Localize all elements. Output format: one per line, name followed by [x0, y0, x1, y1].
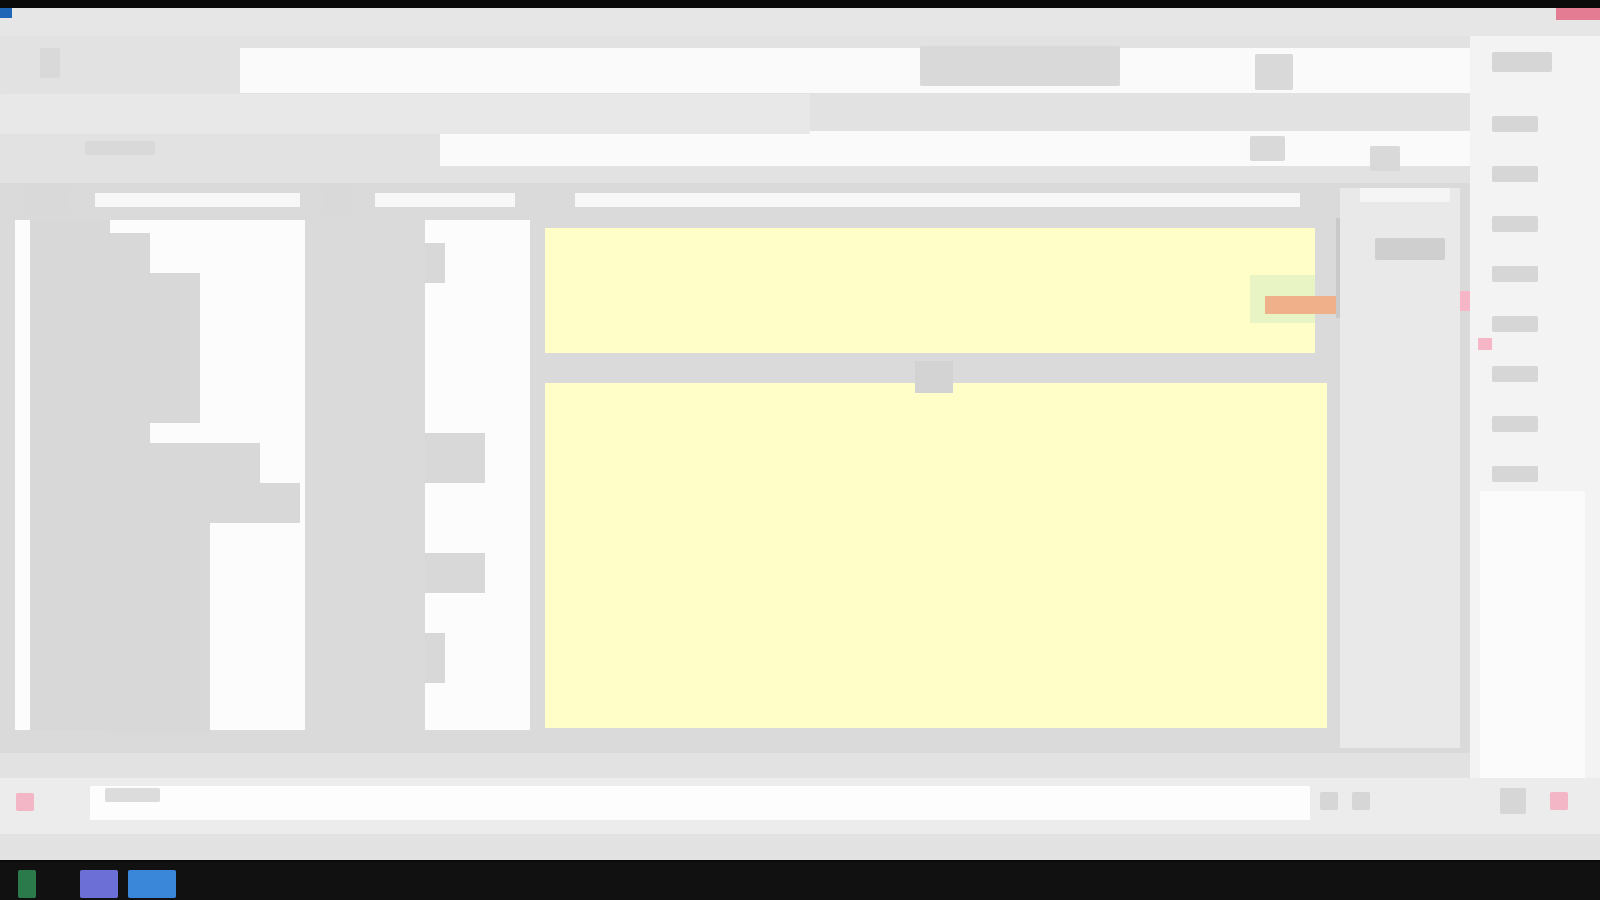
- highlight-block-upper[interactable]: [545, 228, 1315, 353]
- row-numbers: [30, 220, 110, 730]
- side-chip-1[interactable]: [1375, 238, 1445, 260]
- right-tool-6[interactable]: [1492, 316, 1538, 332]
- text-overflow-a3: [110, 443, 260, 483]
- filter-dropdown-2[interactable]: [322, 185, 352, 215]
- text-overflow-b1: [425, 243, 445, 283]
- side-header: [1360, 188, 1450, 202]
- sort-tab[interactable]: [915, 361, 953, 393]
- selected-cell[interactable]: [1265, 296, 1345, 314]
- filter-dropdown-1[interactable]: [25, 185, 70, 215]
- right-tool-8[interactable]: [1492, 416, 1538, 432]
- right-tool-5[interactable]: [1492, 266, 1538, 282]
- taskbar: [0, 862, 1600, 900]
- zoom-icon[interactable]: [1500, 788, 1526, 814]
- sheet-tab-1[interactable]: [105, 788, 160, 802]
- right-tool-3[interactable]: [1492, 166, 1538, 182]
- name-box[interactable]: [85, 141, 155, 155]
- sheet-tabs-area[interactable]: [90, 786, 1310, 820]
- right-tool-9[interactable]: [1492, 466, 1538, 482]
- column-header-b[interactable]: [375, 193, 515, 207]
- app-icon: [0, 8, 12, 18]
- right-toolbar: [1470, 36, 1600, 806]
- taskbar-app-3[interactable]: [128, 870, 176, 898]
- ribbon-button-1[interactable]: [40, 48, 60, 78]
- ribbon-group-styles[interactable]: [920, 46, 1120, 86]
- ribbon-button-2[interactable]: [1255, 54, 1293, 90]
- spreadsheet-grid: [0, 183, 1492, 753]
- text-overflow-b4: [425, 633, 445, 683]
- formula-bar[interactable]: [440, 131, 1470, 166]
- text-overflow-a5: [110, 523, 210, 733]
- highlight-block-lower[interactable]: [545, 383, 1327, 728]
- ribbon-button-4[interactable]: [1370, 146, 1400, 171]
- title-bar: [0, 8, 1600, 36]
- right-tool-7[interactable]: [1492, 366, 1538, 382]
- text-overflow-b3: [425, 553, 485, 593]
- taskbar-app-1[interactable]: [18, 870, 36, 898]
- text-overflow-b2: [425, 433, 485, 483]
- flag-marker: [1478, 338, 1492, 350]
- text-overflow-a4: [110, 483, 300, 523]
- text-overflow-a2: [110, 273, 200, 423]
- right-tool-2[interactable]: [1492, 116, 1538, 132]
- close-button[interactable]: [1556, 8, 1600, 20]
- view-layout-icon[interactable]: [1352, 792, 1370, 810]
- side-panel: [1340, 188, 1460, 748]
- ribbon-toolbar: [0, 36, 1470, 171]
- spreadsheet-window: [0, 8, 1600, 860]
- column-header-c[interactable]: [575, 193, 1300, 207]
- view-normal-icon[interactable]: [1320, 792, 1338, 810]
- status-bar: [0, 778, 1600, 834]
- ribbon-tabs-row: [0, 94, 810, 134]
- right-panel-blank: [1480, 491, 1585, 796]
- record-icon[interactable]: [16, 793, 34, 811]
- ribbon-button-3[interactable]: [1250, 136, 1285, 161]
- alert-icon[interactable]: [1550, 792, 1568, 810]
- column-header-a[interactable]: [95, 193, 300, 207]
- right-tool-4[interactable]: [1492, 216, 1538, 232]
- right-tool-1[interactable]: [1492, 52, 1552, 72]
- taskbar-app-2[interactable]: [80, 870, 118, 898]
